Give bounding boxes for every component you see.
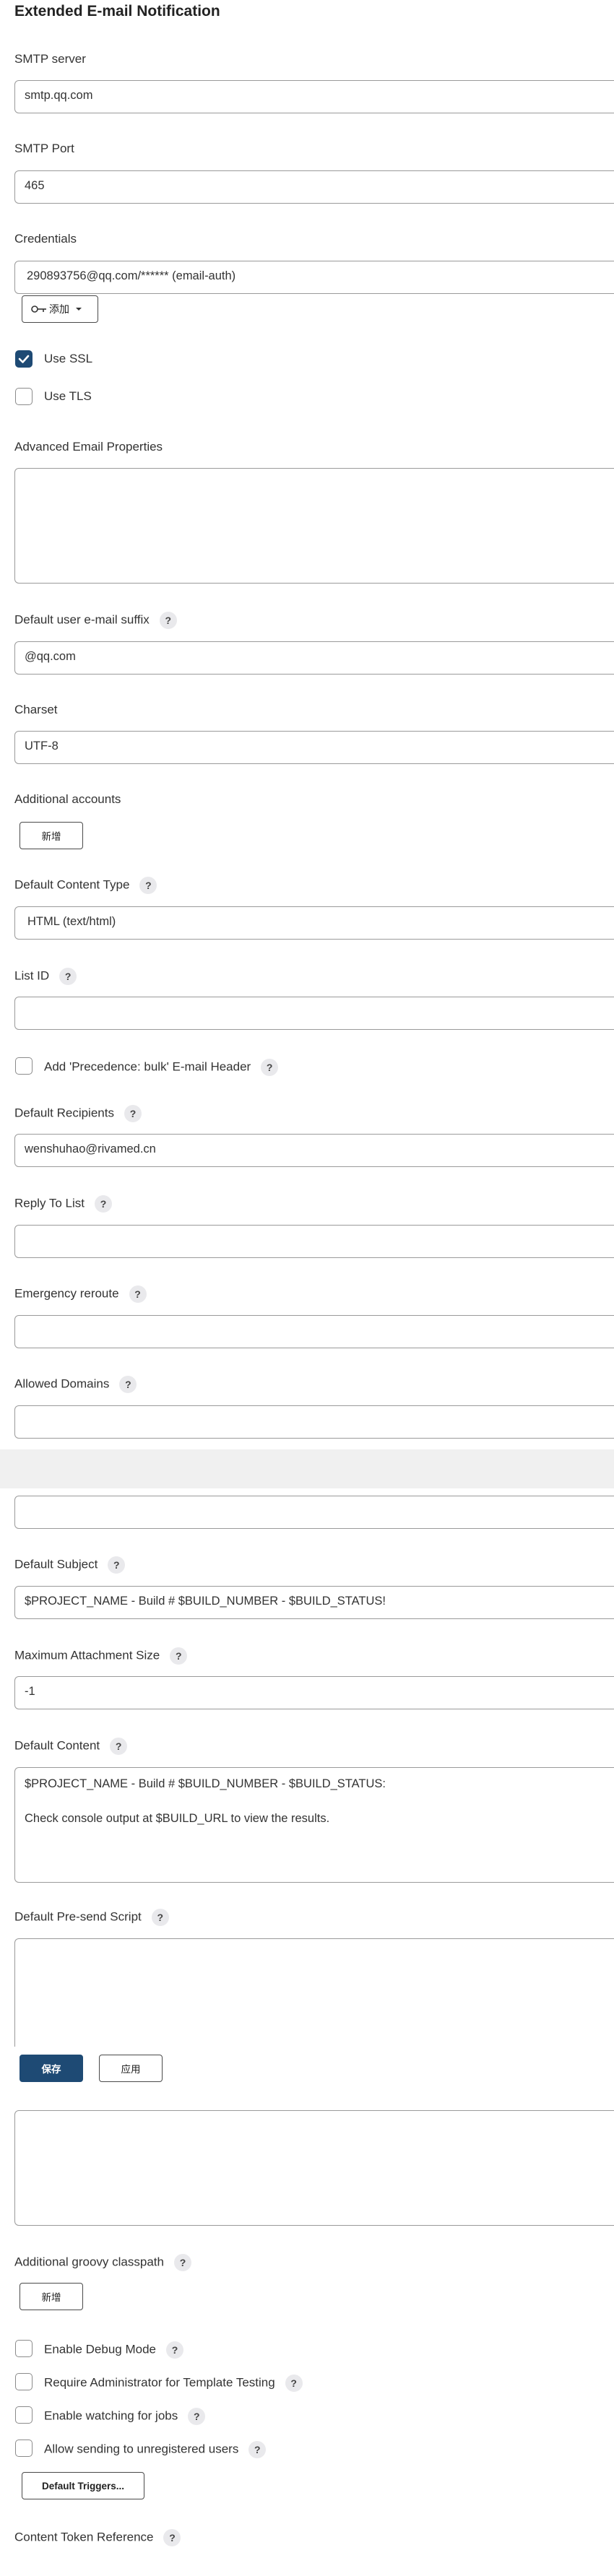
additional-groovy-classpath-label: Additional groovy classpath? [14,2254,191,2271]
content-token-reference-label: Content Token Reference? [14,2529,181,2546]
credentials-add-button[interactable]: 添加 [22,295,98,323]
default-suffix-value: @qq.com [25,650,76,663]
reply-to-list-input[interactable] [14,1225,614,1258]
help-icon[interactable]: ? [248,2441,267,2458]
use-tls-label: Use TLS [44,389,92,403]
help-icon[interactable]: ? [151,1909,169,1926]
default-suffix-input[interactable]: @qq.com [14,641,614,675]
smtp-server-value: smtp.qq.com [25,89,93,102]
help-icon[interactable]: ? [261,1059,279,1076]
default-content-type-select[interactable]: HTML (text/html) [14,906,614,940]
smtp-server-input[interactable]: smtp.qq.com [14,80,614,113]
max-attachment-size-input[interactable]: -1 [14,1676,614,1709]
emergency-reroute-input[interactable] [14,1315,614,1348]
help-icon[interactable]: ? [285,2375,303,2392]
help-icon[interactable]: ? [95,1195,113,1213]
charset-value: UTF-8 [25,740,59,753]
scroll-overlay-band [0,1449,614,1488]
default-recipients-label: Default Recipients? [14,1105,142,1122]
default-content-label: Default Content? [14,1738,128,1755]
help-icon[interactable]: ? [166,2341,184,2359]
chevron-down-icon [76,308,82,311]
reply-to-list-label: Reply To List? [14,1195,113,1213]
max-attachment-size-label: Maximum Attachment Size? [14,1647,188,1665]
save-button[interactable]: 保存 [20,2055,83,2082]
require-admin-checkbox[interactable] [15,2373,33,2390]
list-id-label: List ID? [14,968,77,985]
default-content-line-2: Check console output at $BUILD_URL to vi… [25,1812,330,1825]
enable-watching-checkbox[interactable] [15,2406,33,2424]
allow-unregistered-label: Allow sending to unregistered users? [44,2441,267,2458]
help-icon[interactable]: ? [108,1556,126,1574]
default-subject-label: Default Subject? [14,1556,126,1574]
help-icon[interactable]: ? [139,877,157,894]
emergency-reroute-label: Emergency reroute? [14,1285,147,1303]
default-content-type-value: HTML (text/html) [27,915,116,928]
allow-unregistered-checkbox[interactable] [15,2440,33,2457]
credentials-value: 290893756@qq.com/****** (email-auth) [27,269,236,282]
smtp-port-value: 465 [25,179,45,192]
additional-accounts-add-button[interactable]: 新增 [20,822,83,849]
checkmark-icon [18,355,30,363]
help-icon[interactable]: ? [173,2254,191,2271]
help-icon[interactable]: ? [188,2408,206,2425]
default-presend-script-label: Default Pre-send Script? [14,1909,169,1926]
apply-button[interactable]: 应用 [99,2055,163,2082]
default-content-type-label: Default Content Type? [14,877,157,894]
section-title: Extended E-mail Notification [14,3,220,19]
default-recipients-value: wenshuhao@rivamed.cn [25,1142,156,1155]
credentials-add-label: 添加 [49,303,69,315]
excluded-recipients-input[interactable] [14,1496,614,1529]
key-icon [31,305,46,313]
default-content-line-1: $PROJECT_NAME - Build # $BUILD_NUMBER - … [25,1777,386,1790]
charset-input[interactable]: UTF-8 [14,731,614,764]
use-ssl-label: Use SSL [44,352,93,365]
advanced-email-properties-textarea[interactable] [14,468,614,584]
default-subject-input[interactable]: $PROJECT_NAME - Build # $BUILD_NUMBER - … [14,1586,614,1619]
help-icon[interactable]: ? [110,1738,128,1755]
precedence-bulk-label: Add 'Precedence: bulk' E-mail Header? [44,1059,279,1076]
default-triggers-button[interactable]: Default Triggers... [22,2472,144,2499]
help-icon[interactable]: ? [124,1105,142,1122]
help-icon[interactable]: ? [170,1647,188,1665]
credentials-select[interactable]: 290893756@qq.com/****** (email-auth) [14,261,614,294]
save-bar: 保存 应用 [0,2047,614,2091]
advanced-email-properties-label: Advanced Email Properties [14,440,163,454]
additional-groovy-classpath-add-button[interactable]: 新增 [20,2283,83,2310]
default-suffix-label: Default user e-mail suffix? [14,612,177,629]
max-attachment-size-value: -1 [25,1685,35,1698]
help-icon[interactable]: ? [163,2529,181,2546]
enable-watching-label: Enable watching for jobs? [44,2408,206,2425]
help-icon[interactable]: ? [159,612,177,629]
credentials-label: Credentials [14,232,77,246]
allowed-domains-input[interactable] [14,1405,614,1439]
enable-debug-mode-label: Enable Debug Mode? [44,2341,184,2359]
help-icon[interactable]: ? [129,1285,147,1303]
default-postsend-script-textarea[interactable] [14,2110,614,2226]
smtp-port-input[interactable]: 465 [14,170,614,204]
enable-debug-mode-checkbox[interactable] [15,2340,33,2357]
additional-accounts-label: Additional accounts [14,792,121,806]
help-icon[interactable]: ? [119,1376,137,1393]
use-tls-checkbox[interactable] [15,388,33,405]
help-icon[interactable]: ? [59,968,77,985]
require-admin-label: Require Administrator for Template Testi… [44,2375,303,2392]
default-recipients-input[interactable]: wenshuhao@rivamed.cn [14,1134,614,1167]
precedence-bulk-checkbox[interactable] [15,1057,33,1075]
default-subject-value: $PROJECT_NAME - Build # $BUILD_NUMBER - … [25,1595,386,1608]
charset-label: Charset [14,703,58,716]
list-id-input[interactable] [14,997,614,1030]
allowed-domains-label: Allowed Domains? [14,1376,137,1393]
default-content-textarea[interactable]: $PROJECT_NAME - Build # $BUILD_NUMBER - … [14,1767,614,1883]
smtp-port-label: SMTP Port [14,142,74,155]
use-ssl-checkbox[interactable] [15,350,33,368]
smtp-server-label: SMTP server [14,52,86,66]
